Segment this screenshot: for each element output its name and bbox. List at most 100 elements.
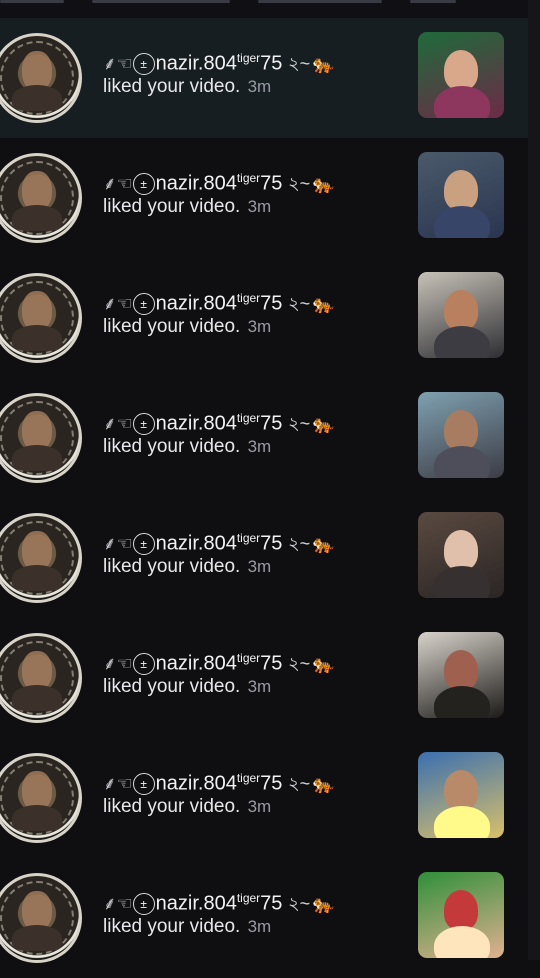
- timestamp: 3m: [247, 197, 272, 216]
- avatar[interactable]: [0, 873, 82, 963]
- action-text: liked your video.: [103, 556, 241, 577]
- username[interactable]: ⸙☜ ± nazir.804tiger75 ২~ 🐅: [103, 884, 403, 916]
- action-text: liked your video.: [103, 676, 241, 697]
- username-prefix: ⸙☜: [103, 653, 133, 674]
- tab-indicator[interactable]: [258, 0, 382, 3]
- username-text: nazir.804: [155, 172, 237, 195]
- username[interactable]: ⸙☜ ± nazir.804tiger75 ২~ 🐅: [103, 524, 403, 556]
- action-text: liked your video.: [103, 316, 241, 337]
- username[interactable]: ⸙☜ ± nazir.804tiger75 ২~ 🐅: [103, 404, 403, 436]
- username-badge: ±: [132, 773, 155, 796]
- username-trail: ২~: [287, 293, 311, 314]
- thumbnail-figure: [444, 890, 478, 930]
- notification-message: liked your video. 3m: [103, 556, 403, 578]
- notification-text: ⸙☜ ± nazir.804tiger75 ২~ 🐅 liked your video…: [103, 284, 403, 338]
- thumbnail-figure: [444, 290, 478, 330]
- notification-row[interactable]: ⸙☜ ± nazir.804tiger75 ২~ 🐅 liked your video…: [0, 498, 528, 618]
- timestamp: 3m: [247, 797, 272, 816]
- notification-row[interactable]: ⸙☜ ± nazir.804tiger75 ২~ 🐅 liked your video…: [0, 858, 528, 978]
- username-trail: ২~: [287, 773, 311, 794]
- username-badge: ±: [132, 173, 155, 196]
- username-superscript: tiger: [236, 51, 261, 65]
- notification-message: liked your video. 3m: [103, 796, 403, 818]
- username-suffix: 75: [260, 772, 283, 795]
- username[interactable]: ⸙☜ ± nazir.804tiger75 ২~ 🐅: [103, 284, 403, 316]
- notification-text: ⸙☜ ± nazir.804tiger75 ২~ 🐅 liked your video…: [103, 644, 403, 698]
- tiger-icon: 🐅: [312, 413, 335, 434]
- video-thumbnail[interactable]: [418, 752, 504, 838]
- avatar[interactable]: [0, 33, 82, 123]
- tiger-icon: 🐅: [312, 653, 335, 674]
- username-prefix: ⸙☜: [103, 773, 133, 794]
- video-thumbnail[interactable]: [418, 152, 504, 238]
- tiger-icon: 🐅: [312, 893, 335, 914]
- thumbnail-figure: [434, 566, 490, 598]
- notification-row[interactable]: ⸙☜ ± nazir.804tiger75 ২~ 🐅 liked your video…: [0, 258, 528, 378]
- username-text: nazir.804: [155, 292, 237, 315]
- timestamp: 3m: [247, 557, 272, 576]
- username-suffix: 75: [260, 412, 283, 435]
- notification-text: ⸙☜ ± nazir.804tiger75 ২~ 🐅 liked your video…: [103, 44, 403, 98]
- username-text: nazir.804: [155, 652, 237, 675]
- username[interactable]: ⸙☜ ± nazir.804tiger75 ২~ 🐅: [103, 44, 403, 76]
- video-thumbnail[interactable]: [418, 512, 504, 598]
- notification-text: ⸙☜ ± nazir.804tiger75 ২~ 🐅 liked your video…: [103, 884, 403, 938]
- timestamp: 3m: [247, 917, 272, 936]
- thumbnail-figure: [444, 770, 478, 810]
- timestamp: 3m: [247, 677, 272, 696]
- notification-message: liked your video. 3m: [103, 196, 403, 218]
- username[interactable]: ⸙☜ ± nazir.804tiger75 ২~ 🐅: [103, 764, 403, 796]
- video-thumbnail[interactable]: [418, 632, 504, 718]
- avatar-body: [12, 205, 62, 231]
- tiger-icon: 🐅: [312, 293, 335, 314]
- notification-row[interactable]: ⸙☜ ± nazir.804tiger75 ২~ 🐅 liked your video…: [0, 378, 528, 498]
- username-superscript: tiger: [236, 171, 261, 185]
- notification-message: liked your video. 3m: [103, 316, 403, 338]
- username-trail: ২~: [287, 173, 311, 194]
- username-trail: ২~: [287, 893, 311, 914]
- username[interactable]: ⸙☜ ± nazir.804tiger75 ২~ 🐅: [103, 164, 403, 196]
- username-trail: ২~: [287, 53, 311, 74]
- notification-row[interactable]: ⸙☜ ± nazir.804tiger75 ২~ 🐅 liked your video…: [0, 18, 528, 138]
- avatar[interactable]: [0, 273, 82, 363]
- video-thumbnail[interactable]: [418, 872, 504, 958]
- username-badge: ±: [132, 293, 155, 316]
- avatar[interactable]: [0, 393, 82, 483]
- username-superscript: tiger: [236, 411, 261, 425]
- thumbnail-figure: [444, 410, 478, 450]
- video-thumbnail[interactable]: [418, 392, 504, 478]
- username-badge: ±: [132, 413, 155, 436]
- username[interactable]: ⸙☜ ± nazir.804tiger75 ২~ 🐅: [103, 644, 403, 676]
- username-badge: ±: [132, 893, 155, 916]
- avatar[interactable]: [0, 753, 82, 843]
- notification-message: liked your video. 3m: [103, 676, 403, 698]
- video-thumbnail[interactable]: [418, 32, 504, 118]
- username-text: nazir.804: [155, 772, 237, 795]
- tiger-icon: 🐅: [312, 533, 335, 554]
- avatar[interactable]: [0, 633, 82, 723]
- notification-row[interactable]: ⸙☜ ± nazir.804tiger75 ২~ 🐅 liked your video…: [0, 138, 528, 258]
- avatar[interactable]: [0, 153, 82, 243]
- username-badge: ±: [132, 533, 155, 556]
- tab-indicator[interactable]: [410, 0, 456, 3]
- username-suffix: 75: [260, 172, 283, 195]
- notification-list: ⸙☜ ± nazir.804tiger75 ২~ 🐅 liked your video…: [0, 18, 528, 978]
- notification-row[interactable]: ⸙☜ ± nazir.804tiger75 ২~ 🐅 liked your video…: [0, 738, 528, 858]
- thumbnail-figure: [434, 446, 490, 478]
- tab-strip: [0, 0, 528, 18]
- avatar[interactable]: [0, 513, 82, 603]
- tab-indicator[interactable]: [0, 0, 64, 3]
- thumbnail-figure: [434, 326, 490, 358]
- scrollbar[interactable]: [528, 0, 540, 960]
- video-thumbnail[interactable]: [418, 272, 504, 358]
- tiger-icon: 🐅: [312, 773, 335, 794]
- username-text: nazir.804: [155, 892, 237, 915]
- tab-indicator[interactable]: [92, 0, 230, 3]
- username-prefix: ⸙☜: [103, 173, 133, 194]
- avatar-body: [12, 565, 62, 591]
- username-suffix: 75: [260, 52, 283, 75]
- tiger-icon: 🐅: [312, 53, 335, 74]
- notification-row[interactable]: ⸙☜ ± nazir.804tiger75 ২~ 🐅 liked your video…: [0, 618, 528, 738]
- action-text: liked your video.: [103, 796, 241, 817]
- username-badge: ±: [132, 653, 155, 676]
